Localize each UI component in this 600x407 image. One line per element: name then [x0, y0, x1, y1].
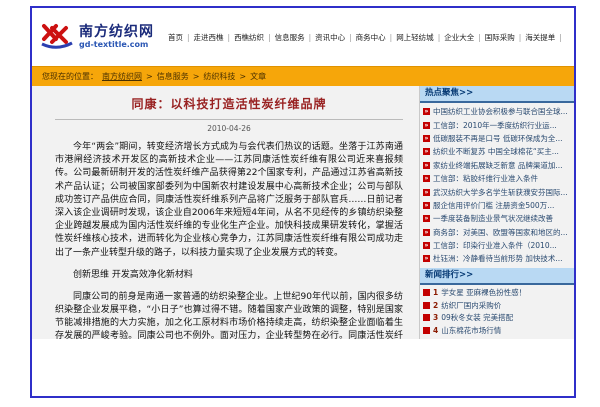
site-domain: gd-textitle.com — [79, 40, 154, 49]
article-title: 同康：以科技打造活性炭纤维品牌 — [55, 95, 403, 112]
nav-link[interactable]: 企业大全 — [434, 33, 475, 42]
article-paragraph: 今年“两会”期间，转变经济增长方式成为与会代表们热议的话题。坐落于江苏南通市港闸… — [55, 141, 403, 260]
double-arrow-icon: » — [423, 242, 430, 249]
list-item-label: 家纺业终端拓展缺乏新意 品牌渠道加... — [433, 160, 563, 171]
double-arrow-icon: » — [423, 135, 430, 142]
red-square-icon — [423, 289, 430, 296]
list-item[interactable]: » 商务部：对美国、欧盟等国家和地区的... — [423, 226, 571, 239]
nav-link[interactable]: 资讯中心 — [305, 33, 346, 42]
list-item-label: 工信部：印染行业准入条件（2010... — [433, 240, 557, 251]
breadcrumb-link[interactable]: 信息服务 — [142, 72, 189, 81]
list-item[interactable]: » 武汉纺织大学多名学生斩获濮安芬国际... — [423, 185, 571, 198]
site-logo-graphic — [40, 23, 74, 51]
right-sidebar: 热点聚焦>> » 中国纺织工业协会积极参与联合国全球... » 工信部：2010… — [420, 86, 574, 339]
list-item[interactable]: » 一季度装备制造业景气状况继续改善 — [423, 212, 571, 225]
nav-link[interactable]: 海关提单 — [515, 33, 556, 42]
list-item[interactable]: » 工信部：2010年一季度纺织行业运... — [423, 118, 571, 131]
news-rank-list: 1 学女星 亚麻裸色扮性感！ 2 纺织厂国内采购价 3 09秋冬女装 完美搭配 — [420, 285, 574, 339]
news-rank-header[interactable]: 新闻排行>> — [420, 268, 574, 285]
rank-number: 1 — [433, 288, 438, 297]
breadcrumb-link[interactable]: 纺织科技 — [189, 72, 236, 81]
nav-link[interactable]: 信息服务 — [264, 33, 305, 42]
nav-link[interactable]: 西樵纺织 — [224, 33, 265, 42]
list-item[interactable]: 1 学女星 亚麻裸色扮性感！ — [423, 287, 571, 300]
list-item-label: 工信部：粘胶纤维行业准入条件 — [433, 173, 538, 184]
list-item[interactable]: » 杜钰洲：冷静看待当前形势 加快技术... — [423, 252, 571, 265]
nav-link[interactable]: 会员商务室 — [555, 33, 566, 42]
list-item-label: 一季度装备制造业景气状况继续改善 — [433, 213, 553, 224]
top-navigation: 首页走进西樵西樵纺织信息服务资讯中心商务中心网上轻纺城企业大全国际采购海关提单会… — [168, 32, 566, 43]
nav-link[interactable]: 首页 — [168, 33, 183, 42]
site-title: 南方纺织网 — [79, 25, 154, 40]
red-square-icon — [423, 327, 430, 334]
list-item-label: 09秋冬女装 完美搭配 — [441, 312, 513, 323]
title-divider — [55, 119, 403, 120]
list-item-label: 商务部：对美国、欧盟等国家和地区的... — [433, 227, 568, 238]
list-item[interactable]: » 纺织业不断复苏 中国全球棉花“买主... — [423, 145, 571, 158]
list-item-label: 工信部：2010年一季度纺织行业运... — [433, 120, 557, 131]
article-date: 2010-04-26 — [55, 124, 403, 133]
breadcrumb-link[interactable]: 文章 — [235, 72, 266, 81]
list-item[interactable]: » 低碳服装不再是口号 低碳环保成为全... — [423, 132, 571, 145]
double-arrow-icon: » — [423, 215, 430, 222]
red-square-icon — [423, 314, 430, 321]
list-item-label: 纺织业不断复苏 中国全球棉花“买主... — [433, 146, 559, 157]
list-item-label: 山东棉花市场行情 — [441, 325, 501, 336]
list-item-label: 中国纺织工业协会积极参与联合国全球... — [433, 106, 568, 117]
list-item[interactable]: » 家纺业终端拓展缺乏新意 品牌渠道加... — [423, 159, 571, 172]
double-arrow-icon: » — [423, 148, 430, 155]
breadcrumb-trail: 南方纺织网信息服务纺织科技文章 — [102, 71, 266, 82]
red-square-icon — [423, 302, 430, 309]
breadcrumb-link[interactable]: 南方纺织网 — [102, 72, 142, 81]
list-item[interactable]: » 工信部：粘胶纤维行业准入条件 — [423, 172, 571, 185]
double-arrow-icon: » — [423, 189, 430, 196]
content-area: 同康：以科技打造活性炭纤维品牌 2010-04-26 今年“两会”期间，转变经济… — [32, 86, 574, 339]
nav-link[interactable]: 国际采购 — [474, 33, 515, 42]
site-logo[interactable]: 南方纺织网 gd-textitle.com — [40, 23, 154, 51]
rank-number: 3 — [433, 313, 438, 322]
rank-number: 2 — [433, 301, 438, 310]
nav-link[interactable]: 商务中心 — [345, 33, 386, 42]
breadcrumb: 您现在的位置： 南方纺织网信息服务纺织科技文章 — [32, 66, 574, 86]
list-item-label: 低碳服装不再是口号 低碳环保成为全... — [433, 133, 563, 144]
article-paragraph: 同康公司的前身是南通一家普通的纺织染整企业。上世纪90年代以前，国内很多纺织染整… — [55, 291, 403, 339]
double-arrow-icon: » — [423, 108, 430, 115]
list-item[interactable]: 4 山东棉花市场行情 — [423, 324, 571, 337]
list-item-label: 纺织厂国内采购价 — [441, 300, 501, 311]
double-arrow-icon: » — [423, 229, 430, 236]
nav-link[interactable]: 网上轻纺城 — [386, 33, 434, 42]
site-header: 南方纺织网 gd-textitle.com 首页走进西樵西樵纺织信息服务资讯中心… — [32, 8, 574, 66]
hot-focus-list: » 中国纺织工业协会积极参与联合国全球... » 工信部：2010年一季度纺织行… — [420, 103, 574, 268]
list-item-label: 学女星 亚麻裸色扮性感！ — [441, 287, 526, 298]
list-item[interactable]: » 工信部：印染行业准入条件（2010... — [423, 239, 571, 252]
double-arrow-icon: » — [423, 255, 430, 262]
double-arrow-icon: » — [423, 162, 430, 169]
list-item[interactable]: 2 纺织厂国内采购价 — [423, 299, 571, 312]
nav-link[interactable]: 走进西樵 — [183, 33, 224, 42]
list-item-label: 武汉纺织大学多名学生斩获濮安芬国际... — [433, 187, 568, 198]
list-item[interactable]: » 中国纺织工业协会积极参与联合国全球... — [423, 105, 571, 118]
double-arrow-icon: » — [423, 202, 430, 209]
double-arrow-icon: » — [423, 122, 430, 129]
hot-focus-header[interactable]: 热点聚焦>> — [420, 86, 574, 103]
rank-number: 4 — [433, 326, 438, 335]
list-item[interactable]: 3 09秋冬女装 完美搭配 — [423, 312, 571, 325]
article-subheading: 创新思维 开发高效净化新材料 — [55, 269, 403, 282]
list-item-label: 服企信用评价门槛 注册资金500万... — [433, 200, 554, 211]
page-frame: 南方纺织网 gd-textitle.com 首页走进西樵西樵纺织信息服务资讯中心… — [30, 6, 576, 398]
list-item[interactable]: » 服企信用评价门槛 注册资金500万... — [423, 199, 571, 212]
list-item-label: 杜钰洲：冷静看待当前形势 加快技术... — [433, 253, 563, 264]
breadcrumb-prefix: 您现在的位置： — [42, 71, 98, 82]
article-column: 同康：以科技打造活性炭纤维品牌 2010-04-26 今年“两会”期间，转变经济… — [32, 86, 420, 339]
double-arrow-icon: » — [423, 175, 430, 182]
